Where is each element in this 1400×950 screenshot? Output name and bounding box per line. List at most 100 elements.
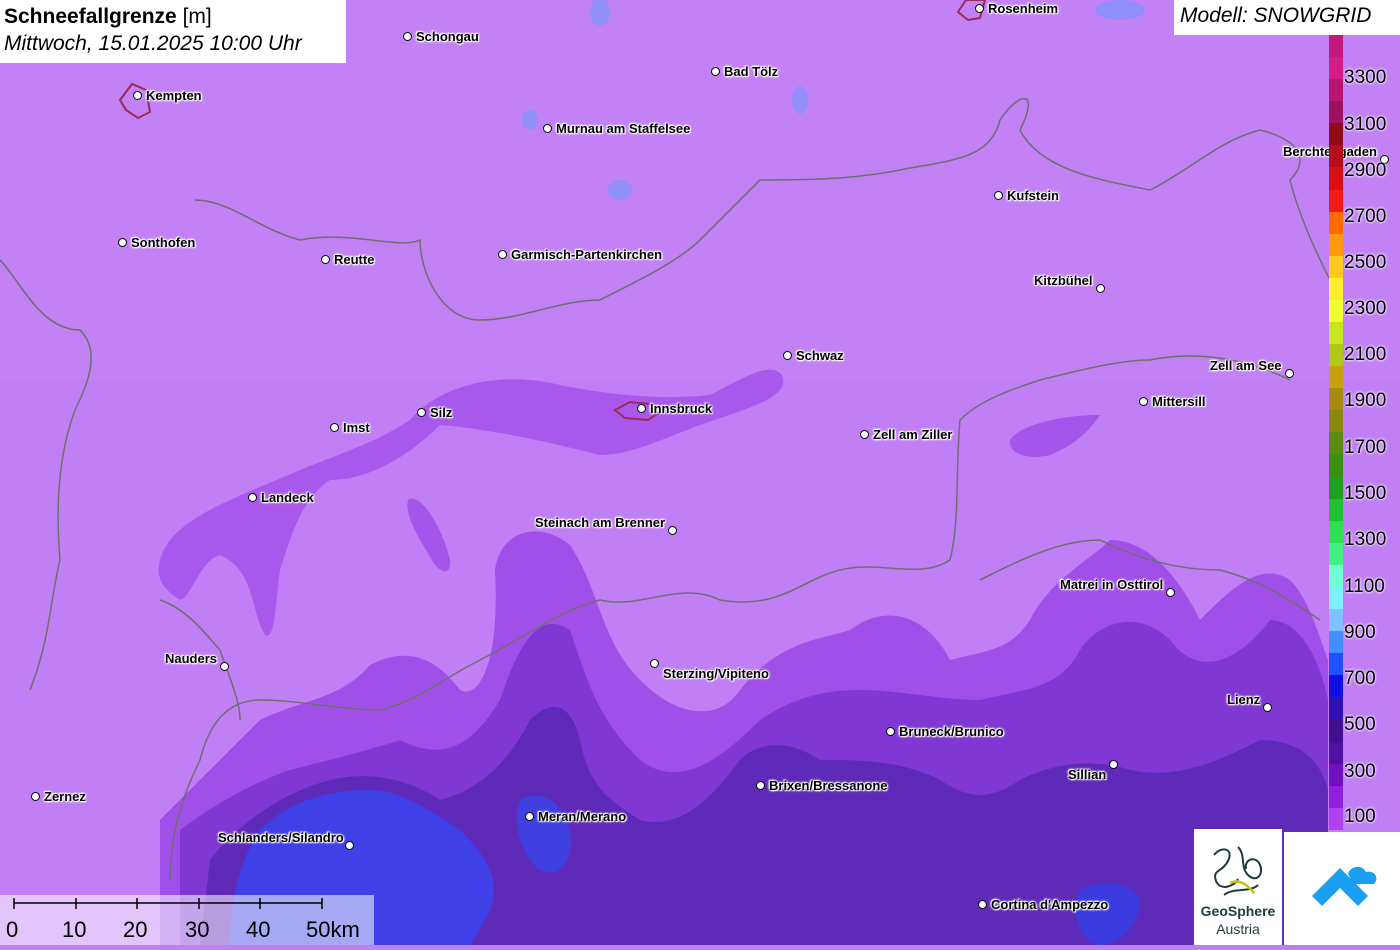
legend-value-label: 2300 [1344,298,1387,319]
legend-value-label: 3300 [1344,67,1387,88]
legend-color-step [1329,123,1343,146]
legend-value-label: 1900 [1344,390,1387,411]
title-unit: [m] [182,5,212,28]
city-label: Garmisch-Partenkirchen [511,247,663,262]
city-dot[interactable] [1285,369,1294,378]
legend-value-label: 700 [1344,668,1376,689]
legend-color-step [1329,410,1343,433]
legend-value-label: 2500 [1344,252,1387,273]
legend-color-step [1329,35,1343,58]
city-label: Cortina d'Ampezzo [991,897,1109,912]
legend-color-step [1329,807,1343,830]
legend-color-step [1329,763,1343,786]
city-label: Sillian [1068,767,1107,782]
city-label: Schlanders/Silandro [218,830,344,845]
city-dot[interactable] [31,792,40,801]
city-dot[interactable] [978,900,987,909]
city-dot[interactable] [650,659,659,668]
city-dot[interactable] [886,727,895,736]
city-dot[interactable] [1096,284,1105,293]
city-label: Zell am See [1210,358,1282,373]
app-logo [1284,832,1400,945]
legend-color-step [1329,101,1343,124]
city-label: Bruneck/Brunico [899,724,1004,739]
legend-color-step [1329,498,1343,521]
legend-color-step [1329,277,1343,300]
city-dot[interactable] [711,67,720,76]
city-label: Mittersill [1152,394,1206,409]
city-dot[interactable] [248,493,257,502]
legend-color-step [1329,785,1343,808]
scale-label: 40 [246,917,271,942]
city-dot[interactable] [345,841,354,850]
city-dot[interactable] [330,423,339,432]
legend-value-label: 1500 [1344,483,1387,504]
snowfall-map[interactable] [0,0,1400,945]
legend-value-label: 2700 [1344,206,1387,227]
legend-color-step [1329,631,1343,654]
legend-color-step [1329,79,1343,102]
city-label: Steinach am Brenner [535,515,666,530]
city-label: Landeck [261,490,314,505]
legend-color-step [1329,211,1343,234]
city-dot[interactable] [756,781,765,790]
city-dot[interactable] [498,250,507,259]
legend-color-step [1329,145,1343,168]
legend-color-step [1329,741,1343,764]
legend-color-step [1329,653,1343,676]
city-dot[interactable] [118,238,127,247]
city-label: Lienz [1227,692,1261,707]
legend-value-label: 100 [1344,806,1376,827]
city-dot[interactable] [1139,397,1148,406]
city-dot[interactable] [1109,760,1118,769]
legend-color-step [1329,719,1343,742]
city-dot[interactable] [403,32,412,41]
legend-color-step [1329,454,1343,477]
city-dot[interactable] [133,91,142,100]
map-title: Schneefallgrenze [m] [4,4,342,30]
city-dot[interactable] [1263,703,1272,712]
city-label: Zernez [44,789,86,804]
geosphere-logo: GeoSphere Austria [1194,829,1282,945]
city-label: Meran/Merano [538,809,627,824]
city-dot[interactable] [860,430,869,439]
city-label: Imst [343,420,370,435]
legend-value-label: 3100 [1344,114,1387,135]
legend-color-step [1329,520,1343,543]
legend-value-label: 1700 [1344,437,1387,458]
city-label: Matrei in Osttirol [1060,577,1164,592]
legend-color-step [1329,233,1343,256]
city-dot[interactable] [783,351,792,360]
city-dot[interactable] [1166,588,1175,597]
city-label: Kempten [146,88,202,103]
city-label: Innsbruck [650,401,713,416]
scale-label: 10 [62,917,87,942]
title-main: Schneefallgrenze [4,5,177,28]
city-dot[interactable] [994,191,1003,200]
city-dot[interactable] [543,124,552,133]
city-dot[interactable] [220,662,229,671]
legend-color-step [1329,322,1343,345]
map-datetime: Mittwoch, 15.01.2025 10:00 Uhr [4,32,302,55]
mountain-cloud-icon [1312,866,1377,906]
legend-color-step [1329,255,1343,278]
city-label: Sterzing/Vipiteno [663,666,769,681]
city-dot[interactable] [417,408,426,417]
legend-value-label: 900 [1344,622,1376,643]
legend-color-step [1329,299,1343,323]
legend-color-step [1329,57,1343,80]
city-dot[interactable] [637,404,646,413]
city-label: Rosenheim [988,1,1059,16]
city-label: Nauders [165,651,218,666]
legend-color-step [1329,189,1343,212]
city-label: Schwaz [796,348,844,363]
geosphere-sub: Austria [1216,921,1260,937]
city-dot[interactable] [321,255,330,264]
city-label: Kitzbühel [1034,273,1093,288]
city-dot[interactable] [668,526,677,535]
legend-color-step [1329,388,1343,411]
scale-label: 50km [306,917,360,942]
legend-value-label: 500 [1344,714,1376,735]
city-dot[interactable] [525,812,534,821]
city-dot[interactable] [975,4,984,13]
